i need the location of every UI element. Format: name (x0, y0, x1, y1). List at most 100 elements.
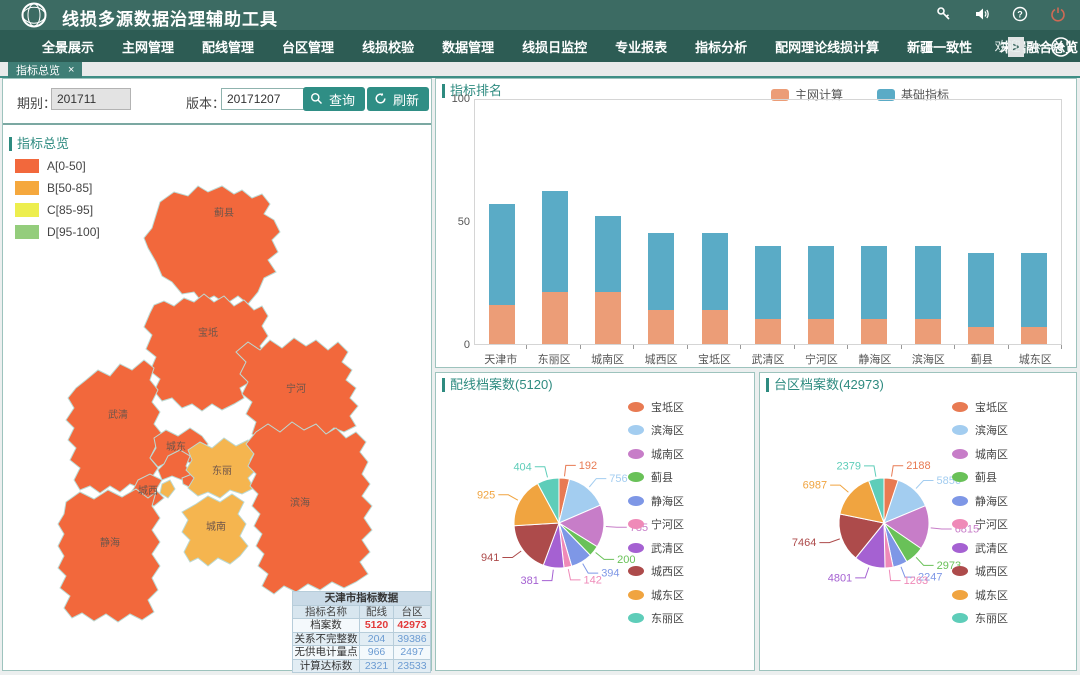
legend-item[interactable]: 城南区 (952, 442, 1008, 466)
map-region-jixian[interactable] (144, 186, 280, 304)
legend-item[interactable]: 东丽区 (952, 607, 1008, 631)
map-region-jinghai[interactable] (58, 489, 160, 622)
legend-label: 宝坻区 (651, 399, 684, 415)
nav-item[interactable]: 指标分析 (681, 37, 761, 56)
legend-item[interactable]: 宝坻区 (952, 395, 1008, 419)
legend-label: 滨海区 (975, 422, 1008, 438)
bar-segment (489, 305, 515, 344)
legend-item[interactable]: 宝坻区 (628, 395, 684, 419)
pie-value-label: 1263 (904, 575, 928, 587)
legend-item[interactable]: 城西区 (628, 560, 684, 584)
pie2-title: 台区档案数(42973) (766, 378, 884, 392)
x-axis-label: 东丽区 (527, 351, 580, 367)
legend-label: 静海区 (651, 493, 684, 509)
station-pie-chart: 2188585668152973224712634801746469872379 (760, 391, 1076, 671)
nav-item[interactable]: 数据管理 (428, 37, 508, 56)
legend-item[interactable]: 东丽区 (628, 607, 684, 631)
pie-label-line (583, 564, 599, 574)
nav-item[interactable]: 线损日监控 (508, 37, 601, 56)
map-region-core-3[interactable] (160, 480, 175, 498)
legend-item[interactable]: 城西区 (952, 560, 1008, 584)
legend-swatch (628, 402, 644, 412)
legend-item[interactable]: 武清区 (952, 536, 1008, 560)
col-name: 指标名称 (293, 606, 359, 619)
legend-item[interactable]: 宁河区 (952, 513, 1008, 537)
welcome-text: 欢迎，×××× (995, 36, 1064, 55)
map-label: 城东 (166, 440, 186, 453)
legend-swatch (952, 613, 968, 623)
nav-item[interactable]: 台区管理 (268, 37, 348, 56)
table-cell: 档案数 (293, 619, 359, 632)
bar-segment (808, 319, 834, 344)
legend-item[interactable]: 蓟县 (628, 466, 684, 490)
nav-item[interactable]: 配线管理 (188, 37, 268, 56)
legend-label: 东丽区 (975, 610, 1008, 626)
x-axis-label: 城东区 (1009, 351, 1062, 367)
x-axis-label: 滨海区 (902, 351, 955, 367)
bar-group (582, 100, 635, 344)
table-cell: 无供电计量点 (293, 646, 359, 659)
period-input[interactable] (51, 88, 131, 110)
legend-label: 宝坻区 (975, 399, 1008, 415)
pie-label-line (916, 481, 934, 489)
legend-swatch (952, 543, 968, 553)
tab-indicator-overview[interactable]: 指标总览 × (8, 62, 82, 78)
legend-item[interactable]: 静海区 (952, 489, 1008, 513)
x-axis-label: 宁河区 (795, 351, 848, 367)
legend-item[interactable]: 宁河区 (628, 513, 684, 537)
pie-value-label: 756 (609, 473, 627, 485)
grade-swatch (15, 181, 39, 195)
nav-item[interactable]: 主网管理 (108, 37, 188, 56)
pie-value-label: 925 (477, 489, 495, 501)
x-axis-label: 天津市 (474, 351, 527, 367)
legend-swatch (628, 543, 644, 553)
legend-swatch (628, 425, 644, 435)
refresh-button[interactable]: 刷新 (367, 87, 429, 111)
app-title: 线损多源数据治理辅助工具 (62, 5, 278, 30)
power-icon[interactable] (1050, 6, 1066, 27)
tab-close-icon[interactable]: × (68, 64, 74, 76)
help-icon[interactable]: ? (1012, 6, 1028, 27)
legend-swatch (628, 590, 644, 600)
x-axis-label: 城南区 (581, 351, 634, 367)
nav-item[interactable]: 新疆一致性 (893, 37, 986, 56)
legend-swatch (628, 472, 644, 482)
bar-segment (968, 327, 994, 344)
nav-item[interactable]: 配网理论线损计算 (761, 37, 893, 56)
nav-item[interactable]: 全景展示 (28, 37, 108, 56)
app-window: 线损多源数据治理辅助工具 ? 欢迎，×××× 全景展示主网管理配线管理台区管理线… (0, 0, 1080, 675)
legend-swatch (952, 472, 968, 482)
table-cell: 计算达标数 (293, 660, 359, 673)
table-cell: 39386 (393, 633, 430, 646)
legend-label: 滨海区 (651, 422, 684, 438)
legend-label: 武清区 (975, 540, 1008, 556)
legend-item[interactable]: 城东区 (628, 583, 684, 607)
pie-value-label: 404 (513, 461, 531, 473)
app-header: 线损多源数据治理辅助工具 ? (0, 0, 1080, 30)
search-button[interactable]: 查询 (303, 87, 365, 111)
grade-swatch (15, 159, 39, 173)
search-button-label: 查询 (329, 93, 355, 108)
legend-item[interactable]: 城南区 (628, 442, 684, 466)
map-region-wuqing[interactable] (66, 360, 162, 493)
nav-item[interactable]: 专业报表 (601, 37, 681, 56)
legend-item[interactable]: 滨海区 (628, 419, 684, 443)
bar-chart-x-labels: 天津市东丽区城南区城西区宝坻区武清区宁河区静海区滨海区蓟县城东区 (474, 351, 1062, 367)
map-label: 蓟县 (214, 206, 234, 219)
pie-label-line (568, 569, 580, 580)
pie-value-label: 6987 (803, 480, 827, 492)
pie-value-label: 4801 (828, 572, 852, 584)
bar-segment (1021, 327, 1047, 344)
key-icon[interactable] (936, 6, 952, 27)
legend-item[interactable]: 蓟县 (952, 466, 1008, 490)
pie-label-line (535, 467, 548, 478)
map-label: 东丽 (212, 464, 232, 477)
bar-segment (542, 292, 568, 344)
legend-item[interactable]: 武清区 (628, 536, 684, 560)
nav-item[interactable]: 线损校验 (348, 37, 428, 56)
speaker-icon[interactable] (974, 6, 990, 27)
legend-label: 城东区 (975, 587, 1008, 603)
legend-item[interactable]: 静海区 (628, 489, 684, 513)
legend-item[interactable]: 滨海区 (952, 419, 1008, 443)
legend-item[interactable]: 城东区 (952, 583, 1008, 607)
